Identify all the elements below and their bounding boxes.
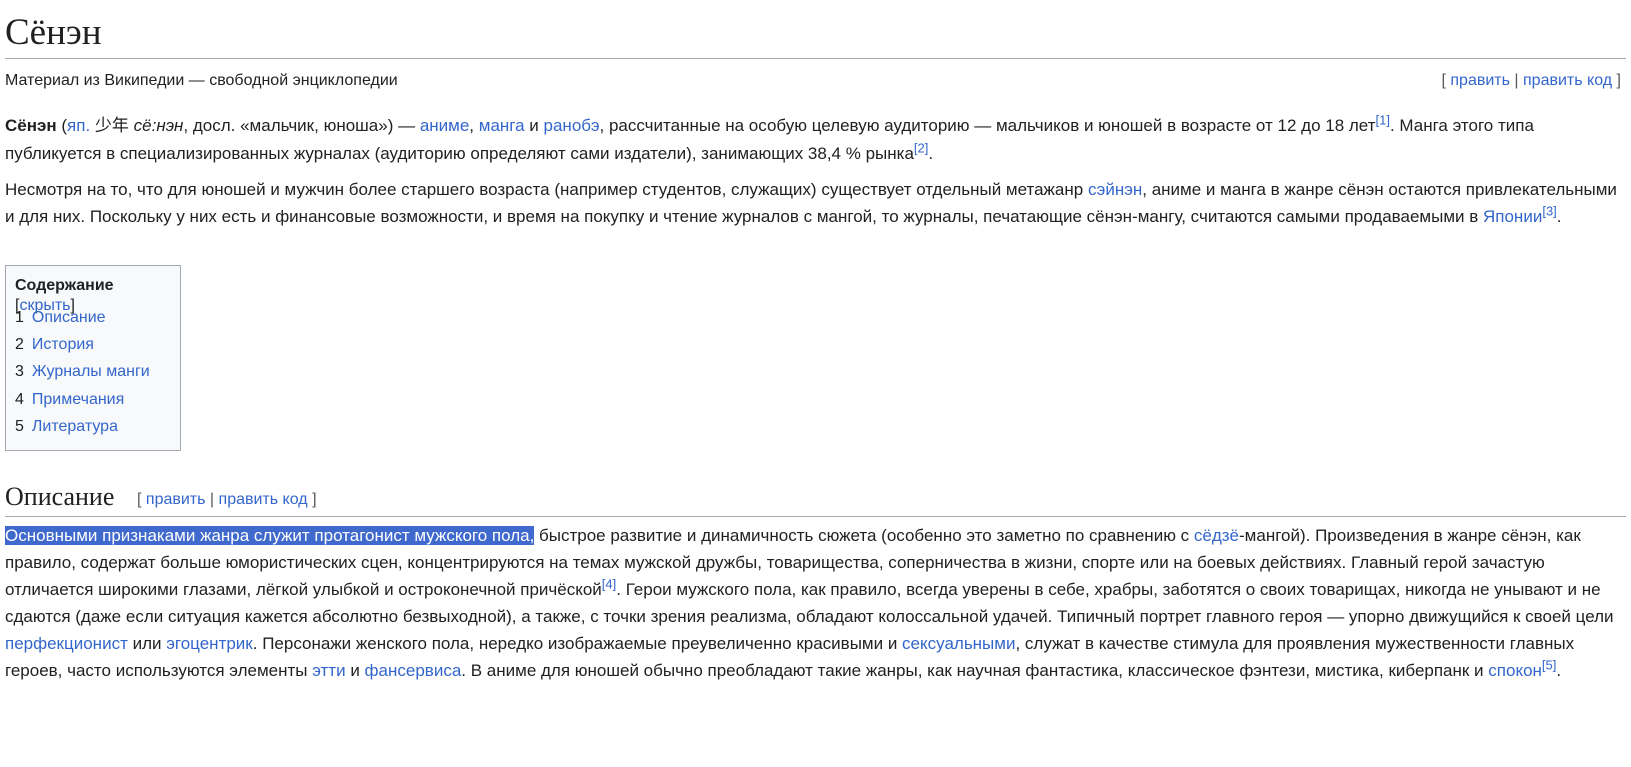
link-shoujo[interactable]: сёдзё bbox=[1194, 526, 1239, 545]
bracket-open: [ bbox=[137, 491, 142, 508]
text-run: Несмотря на то, что для юношей и мужчин … bbox=[5, 180, 1088, 199]
reference-2[interactable]: [2] bbox=[914, 140, 928, 155]
link-manga[interactable]: манга bbox=[479, 116, 525, 135]
intro-paragraph-1: Сёнэн (яп. 少年 сё:нэн, досл. «мальчик, юн… bbox=[5, 112, 1621, 167]
reference-5[interactable]: [5] bbox=[1542, 657, 1556, 672]
text-run: . bbox=[1556, 661, 1562, 680]
title-divider bbox=[5, 58, 1626, 59]
toc-number: 4 bbox=[15, 390, 24, 408]
section-edit-link[interactable]: править bbox=[146, 491, 206, 508]
kanji-text: 少年 bbox=[94, 116, 129, 136]
link-egocentric[interactable]: эгоцентрик bbox=[166, 634, 253, 653]
intro-paragraph-2: Несмотря на то, что для юношей и мужчин … bbox=[5, 176, 1621, 230]
separator: | bbox=[209, 491, 215, 508]
section-divider bbox=[5, 516, 1626, 517]
edit-link[interactable]: править bbox=[1450, 72, 1510, 89]
section-edit-links: [ править | править код ] bbox=[137, 489, 317, 511]
language-link-japanese[interactable]: яп. bbox=[67, 116, 90, 135]
text-run: быстрое развитие и динамичность сюжета (… bbox=[534, 526, 1194, 545]
link-perfectionist[interactable]: перфекционист bbox=[5, 634, 128, 653]
text-run: . bbox=[1556, 207, 1562, 226]
section-edit-source-link[interactable]: править код bbox=[219, 491, 308, 508]
reference-4[interactable]: [4] bbox=[602, 576, 616, 591]
link-ecchi[interactable]: этти bbox=[312, 661, 345, 680]
section-heading-description: Описание bbox=[5, 482, 115, 511]
toc-list: 1 Описание 2 История 3 Журналы манги 4 Приме… bbox=[15, 304, 171, 440]
text-run: , рассчитанные на особую целевую аудитор… bbox=[599, 116, 1376, 135]
toc-number: 5 bbox=[15, 417, 24, 435]
text-run: . В аниме для юношей обычно преобладают … bbox=[461, 661, 1489, 680]
link-sexual[interactable]: сексуальными bbox=[902, 634, 1015, 653]
toc-number: 2 bbox=[15, 336, 24, 354]
bracket-close: ] bbox=[1616, 72, 1621, 89]
romaji-text: сё:нэн bbox=[133, 116, 184, 135]
toc-item-description[interactable]: 1 Описание bbox=[15, 304, 171, 331]
toc-link[interactable]: Описание bbox=[32, 309, 106, 326]
page-edit-links: [ править | править код ] bbox=[1441, 70, 1621, 92]
toc-link[interactable]: Примечания bbox=[32, 391, 124, 408]
bracket-close: ] bbox=[312, 491, 317, 508]
text-run: и bbox=[524, 116, 544, 135]
page-title: Сёнэн bbox=[5, 12, 102, 53]
link-ranobe[interactable]: ранобэ bbox=[544, 116, 600, 135]
description-paragraph: Основными признаками жанра служит протаг… bbox=[5, 522, 1621, 684]
toc-item-manga-magazines[interactable]: 3 Журналы манги bbox=[15, 358, 171, 385]
link-anime[interactable]: аниме bbox=[420, 116, 469, 135]
toc-link[interactable]: История bbox=[32, 336, 94, 353]
text-run: или bbox=[127, 634, 167, 653]
link-fanservice[interactable]: фансервиса bbox=[365, 661, 462, 680]
site-tagline: Материал из Википедии — свободной энцикл… bbox=[5, 72, 398, 89]
toc-number: 3 bbox=[15, 363, 24, 381]
text-run: , досл. «мальчик, юноша») — bbox=[183, 116, 420, 135]
text-run: . bbox=[928, 144, 934, 163]
toc-item-literature[interactable]: 5 Литература bbox=[15, 413, 171, 440]
toc-link[interactable]: Литература bbox=[32, 418, 118, 435]
link-seinen[interactable]: сэйнэн bbox=[1088, 180, 1142, 199]
toc-header: Содержание [скрыть] bbox=[15, 276, 171, 314]
separator: | bbox=[1514, 72, 1519, 89]
toc-link[interactable]: Журналы манги bbox=[32, 363, 150, 380]
text-run: и bbox=[345, 661, 365, 680]
selected-text[interactable]: Основными признаками жанра служит протаг… bbox=[5, 526, 535, 545]
reference-3[interactable]: [3] bbox=[1542, 203, 1556, 218]
table-of-contents: Содержание [скрыть] 1 Описание 2 История 3… bbox=[5, 265, 181, 451]
toc-number: 1 bbox=[15, 309, 24, 326]
article-term: Сёнэн bbox=[5, 116, 57, 135]
text-run: ( bbox=[56, 116, 68, 135]
link-japan[interactable]: Японии bbox=[1483, 207, 1542, 226]
toc-title: Содержание bbox=[15, 277, 114, 294]
edit-source-link[interactable]: править код bbox=[1523, 72, 1612, 89]
toc-item-notes[interactable]: 4 Примечания bbox=[15, 386, 171, 413]
link-spokon[interactable]: спокон bbox=[1488, 661, 1542, 680]
text-run: . Персонажи женского пола, нередко изобр… bbox=[252, 634, 903, 653]
bracket-open: [ bbox=[1441, 72, 1446, 89]
text-run: , bbox=[469, 116, 479, 135]
reference-1[interactable]: [1] bbox=[1375, 112, 1389, 127]
toc-item-history[interactable]: 2 История bbox=[15, 331, 171, 358]
